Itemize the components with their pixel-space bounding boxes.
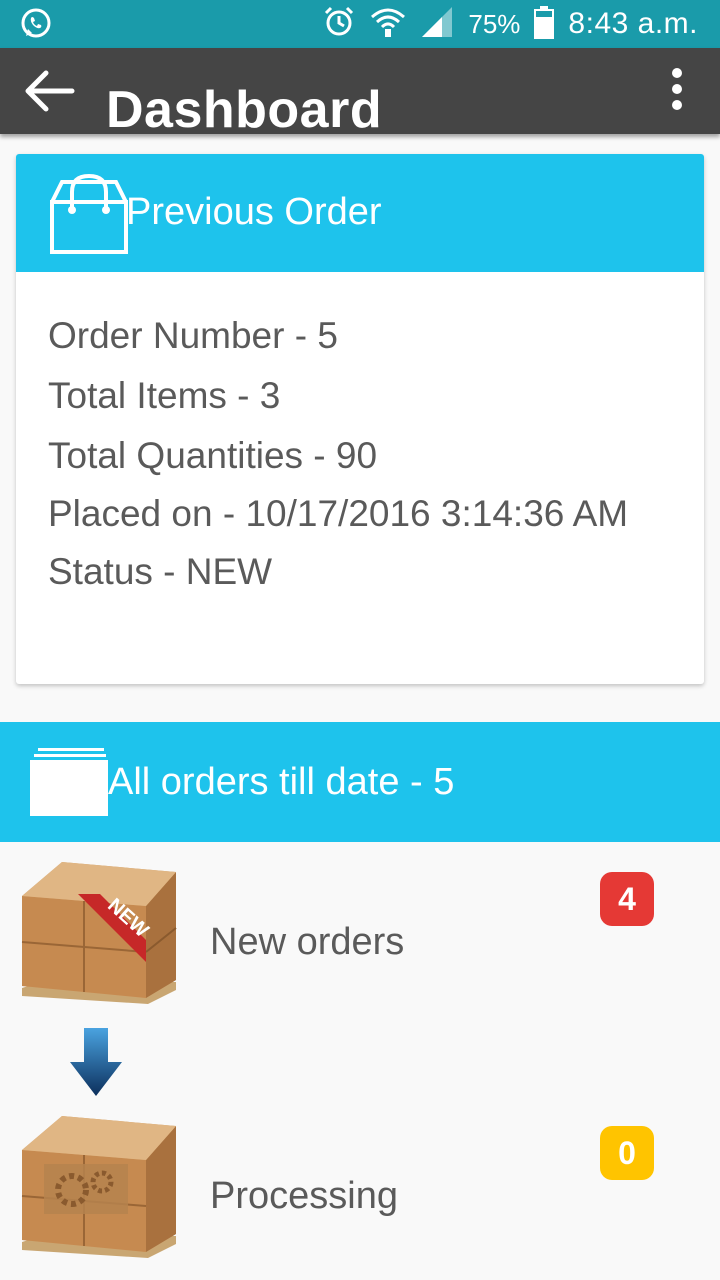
- order-status: Status - NEW: [48, 551, 273, 592]
- previous-order-card: Previous Order Order Number - 5 Total It…: [16, 154, 704, 684]
- status-bar: 75% 8:43 a.m.: [0, 0, 720, 48]
- new-orders-row[interactable]: NEW New orders 4: [0, 858, 720, 1018]
- all-orders-title: All orders till date - 5: [108, 761, 455, 803]
- shopping-bag-icon: [48, 172, 132, 263]
- processing-label: Processing: [210, 1175, 398, 1217]
- page-title: Dashboard: [106, 81, 383, 139]
- app-bar: Dashboard: [0, 48, 720, 138]
- all-orders-header[interactable]: All orders till date - 5: [0, 722, 720, 842]
- wifi-icon: [370, 5, 406, 44]
- new-box-pallet-icon: NEW: [18, 858, 180, 1011]
- battery-percent: 75%: [468, 8, 521, 39]
- more-vert-icon[interactable]: [672, 68, 682, 116]
- total-items: Total Items - 3: [48, 375, 281, 416]
- whatsapp-icon: [18, 6, 54, 47]
- previous-order-header: Previous Order: [16, 154, 704, 272]
- previous-order-title: Previous Order: [126, 191, 382, 233]
- processing-box-pallet-icon: [18, 1112, 180, 1265]
- processing-row[interactable]: Processing 0: [0, 1112, 720, 1272]
- total-quantities: Total Quantities - 90: [48, 435, 378, 476]
- status-icons: 75% 8:43 a.m.: [322, 0, 698, 48]
- status-time: 8:43 a.m.: [568, 7, 698, 40]
- down-arrow-icon: [70, 1028, 122, 1103]
- order-number: Order Number - 5: [48, 315, 338, 356]
- battery-icon: [534, 5, 555, 44]
- processing-count-badge: 0: [600, 1126, 654, 1180]
- folder-icon: [28, 746, 112, 823]
- previous-order-details: Order Number - 5 Total Items - 3 Total Q…: [48, 306, 668, 602]
- new-orders-label: New orders: [210, 921, 405, 963]
- new-orders-count-badge: 4: [600, 872, 654, 926]
- alarm-icon: [322, 5, 356, 44]
- signal-icon: [420, 5, 454, 44]
- placed-on: Placed on - 10/17/2016 3:14:36 AM: [48, 493, 629, 534]
- back-arrow-icon[interactable]: [22, 68, 76, 119]
